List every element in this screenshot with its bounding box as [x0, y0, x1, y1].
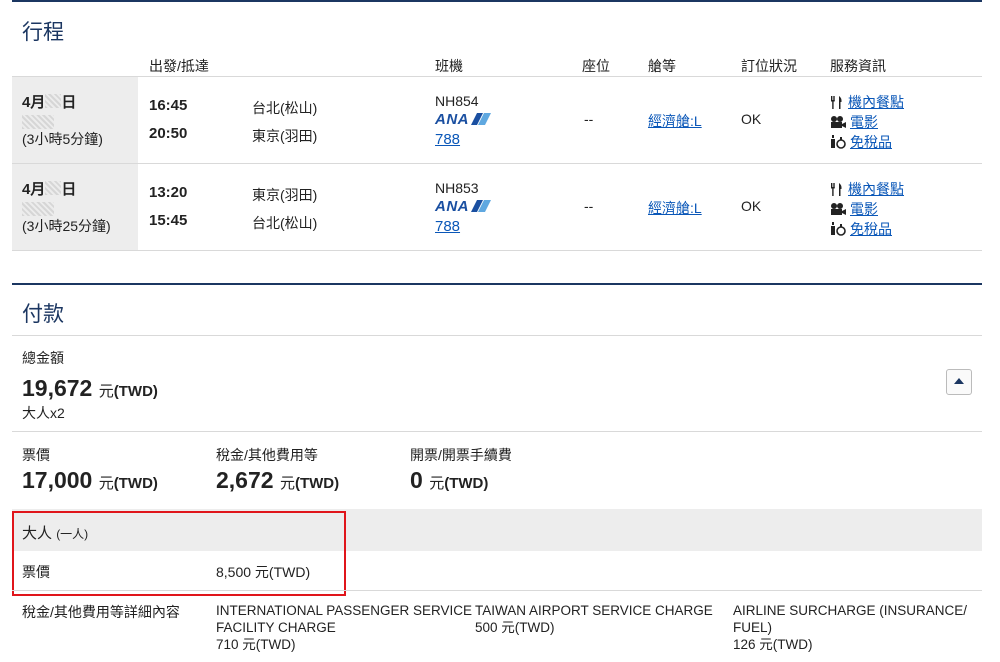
main-content: 行程 出發/抵達 班機 座位 艙等 訂位狀況 服務資訊 4月日 (3小時5分鐘)… [12, 0, 982, 652]
film-reel-icon [831, 203, 846, 215]
fare-label: 票價 [22, 447, 50, 463]
service-duty-free[interactable]: 免稅品 [830, 132, 892, 152]
flight-duration: (3小時25分鐘) [22, 218, 111, 234]
highlight-box [12, 511, 346, 596]
tax-item: TAIWAN AIRPORT SERVICE CHARGE 500 元(TWD) [475, 603, 713, 635]
tax-amount: 2,672 元(TWD) [216, 467, 340, 493]
flight-date: 4月日 [22, 94, 77, 111]
collapse-toggle-button[interactable] [946, 369, 972, 395]
aircraft-type-link[interactable]: 788 [435, 218, 460, 235]
divider [12, 431, 982, 432]
tax-label: 稅金/其他費用等 [216, 447, 318, 463]
header-cabin: 艙等 [648, 58, 676, 74]
ana-stripes-icon [471, 113, 491, 125]
ana-logo: ANA [435, 198, 491, 215]
flight-row: 4月日 (3小時25分鐘) 13:20 15:45 東京(羽田) 台北(松山) … [12, 163, 982, 251]
tax-detail-label: 稅金/其他費用等詳細內容 [22, 604, 180, 620]
tax-item: INTERNATIONAL PASSENGER SERVICE FACILITY… [216, 603, 473, 652]
flight-number: NH853 [435, 180, 479, 196]
header-depart-arrive: 出發/抵達 [149, 58, 209, 74]
arrive-time: 20:50 [149, 125, 188, 142]
itinerary-header: 出發/抵達 班機 座位 艙等 訂位狀況 服務資訊 [12, 46, 982, 76]
aircraft-type-link[interactable]: 788 [435, 131, 460, 148]
fare-amount: 17,000 元(TWD) [22, 467, 158, 493]
arrive-city: 台北(松山) [252, 215, 318, 231]
date-cell: 4月日 (3小時5分鐘) [12, 77, 138, 163]
passenger-count: 大人x2 [22, 405, 65, 421]
payment-title: 付款 [22, 303, 64, 326]
booking-status: OK [741, 111, 762, 127]
depart-city: 台北(松山) [252, 100, 318, 116]
service-movie[interactable]: 電影 [830, 199, 878, 219]
arrive-city: 東京(羽田) [252, 128, 318, 144]
payment-top-rule [12, 283, 982, 285]
service-meal[interactable]: 機內餐點 [830, 92, 904, 112]
header-status: 訂位狀況 [741, 58, 797, 74]
ticketing-fee-label: 開票/開票手續費 [410, 447, 512, 463]
seat-value: -- [584, 111, 594, 127]
flight-duration: (3小時5分鐘) [22, 131, 103, 147]
service-duty-free[interactable]: 免稅品 [830, 219, 892, 239]
duty-free-icon [831, 222, 846, 236]
cabin-class-link[interactable]: 經濟艙:L [648, 198, 702, 218]
divider [12, 590, 982, 591]
service-movie[interactable]: 電影 [830, 112, 878, 132]
total-label: 總金額 [22, 350, 64, 366]
seat-value: -- [584, 198, 594, 214]
depart-time: 16:45 [149, 97, 188, 114]
flight-date: 4月日 [22, 181, 77, 198]
redacted-day [45, 94, 62, 108]
depart-city: 東京(羽田) [252, 187, 318, 203]
header-seat: 座位 [582, 58, 610, 74]
header-flight: 班機 [435, 58, 463, 74]
duty-free-icon [831, 135, 846, 149]
divider [12, 335, 982, 336]
fork-knife-icon [831, 183, 842, 196]
film-reel-icon [831, 116, 846, 128]
ana-logo: ANA [435, 111, 491, 128]
flight-row: 4月日 (3小時5分鐘) 16:45 20:50 台北(松山) 東京(羽田) N… [12, 76, 982, 163]
total-amount: 19,672 元(TWD) [22, 375, 158, 401]
booking-status: OK [741, 198, 762, 214]
flight-number: NH854 [435, 93, 479, 109]
itinerary-title: 行程 [22, 21, 64, 44]
tax-item: AIRLINE SURCHARGE (INSURANCE/ FUEL) 126 … [733, 603, 968, 652]
date-cell: 4月日 (3小時25分鐘) [12, 164, 138, 250]
arrive-time: 15:45 [149, 212, 188, 229]
header-services: 服務資訊 [830, 58, 886, 74]
ana-stripes-icon [471, 200, 491, 212]
depart-time: 13:20 [149, 184, 188, 201]
service-meal[interactable]: 機內餐點 [830, 179, 904, 199]
ticketing-fee-amount: 0 元(TWD) [410, 467, 489, 493]
fork-knife-icon [831, 96, 842, 109]
cabin-class-link[interactable]: 經濟艙:L [648, 111, 702, 131]
redacted-day [45, 181, 62, 195]
